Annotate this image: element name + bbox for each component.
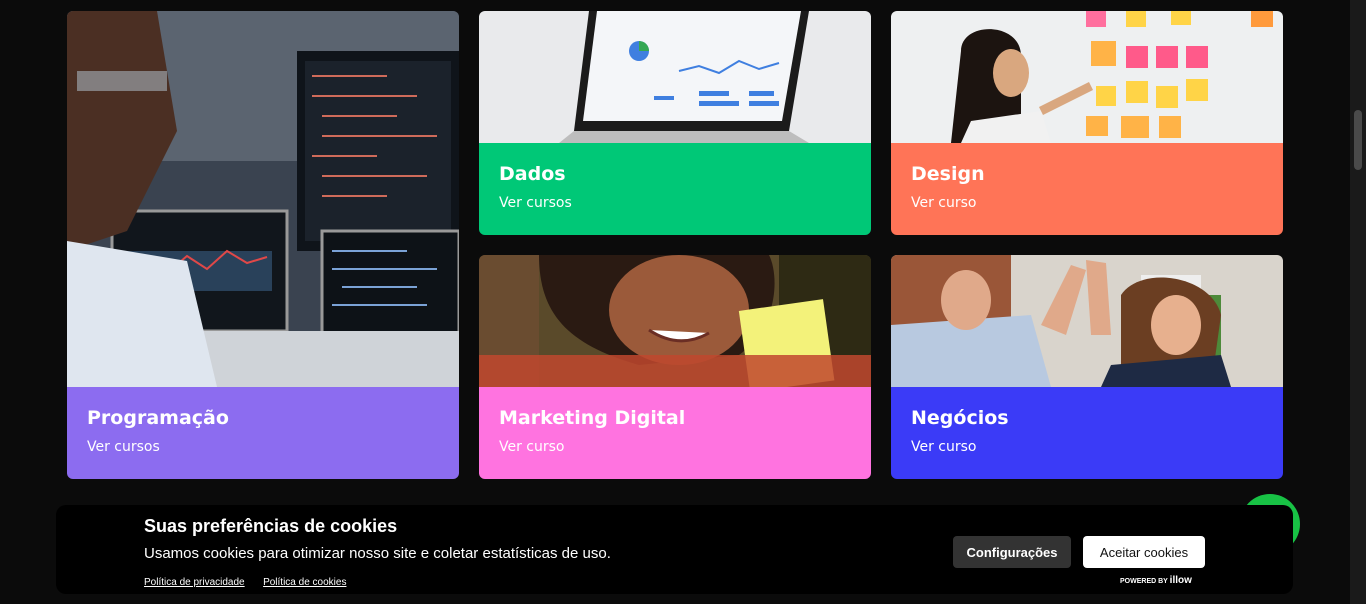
course-card-negocios[interactable]: Negócios Ver curso — [891, 255, 1283, 479]
card-title: Negócios — [911, 407, 1009, 429]
design-photo — [891, 11, 1283, 143]
cookie-banner-text: Usamos cookies para otimizar nosso site … — [144, 545, 611, 562]
powered-by: POWERED BY illow — [1120, 575, 1192, 586]
card-title: Design — [911, 163, 985, 185]
cookie-banner-title: Suas preferências de cookies — [144, 516, 398, 536]
marketing-photo — [479, 255, 871, 387]
card-link[interactable]: Ver curso — [499, 439, 565, 455]
card-link[interactable]: Ver cursos — [87, 439, 160, 455]
cookie-settings-button[interactable]: Configurações — [953, 536, 1071, 568]
cookie-policy-link[interactable]: Política de cookies — [263, 577, 346, 588]
programming-photo — [67, 11, 459, 387]
course-card-programacao[interactable]: Programação Ver cursos — [67, 11, 459, 479]
card-band: Design Ver curso — [891, 143, 1283, 235]
data-photo — [479, 11, 871, 143]
card-band: Negócios Ver curso — [891, 387, 1283, 479]
scrollbar-thumb[interactable] — [1354, 110, 1362, 170]
card-band: Marketing Digital Ver curso — [479, 387, 871, 479]
card-link[interactable]: Ver cursos — [499, 195, 572, 211]
powered-by-label: POWERED BY — [1120, 578, 1168, 585]
privacy-policy-link[interactable]: Política de privacidade — [144, 577, 245, 588]
business-photo — [891, 255, 1283, 387]
course-card-marketing-digital[interactable]: Marketing Digital Ver curso — [479, 255, 871, 479]
cookie-policy-links: Política de privacidade Política de cook… — [144, 572, 360, 590]
course-card-design[interactable]: Design Ver curso — [891, 11, 1283, 235]
cookie-banner: Suas preferências de cookies Usamos cook… — [56, 505, 1293, 594]
card-title: Marketing Digital — [499, 407, 686, 429]
page-scrollbar[interactable] — [1350, 0, 1366, 604]
accept-cookies-button[interactable]: Aceitar cookies — [1083, 536, 1205, 568]
card-link[interactable]: Ver curso — [911, 195, 977, 211]
illow-logo: illow — [1169, 575, 1192, 586]
card-title: Dados — [499, 163, 566, 185]
card-band: Programação Ver cursos — [67, 387, 459, 479]
course-card-dados[interactable]: Dados Ver cursos — [479, 11, 871, 235]
card-link[interactable]: Ver curso — [911, 439, 977, 455]
card-title: Programação — [87, 407, 229, 429]
card-band: Dados Ver cursos — [479, 143, 871, 235]
